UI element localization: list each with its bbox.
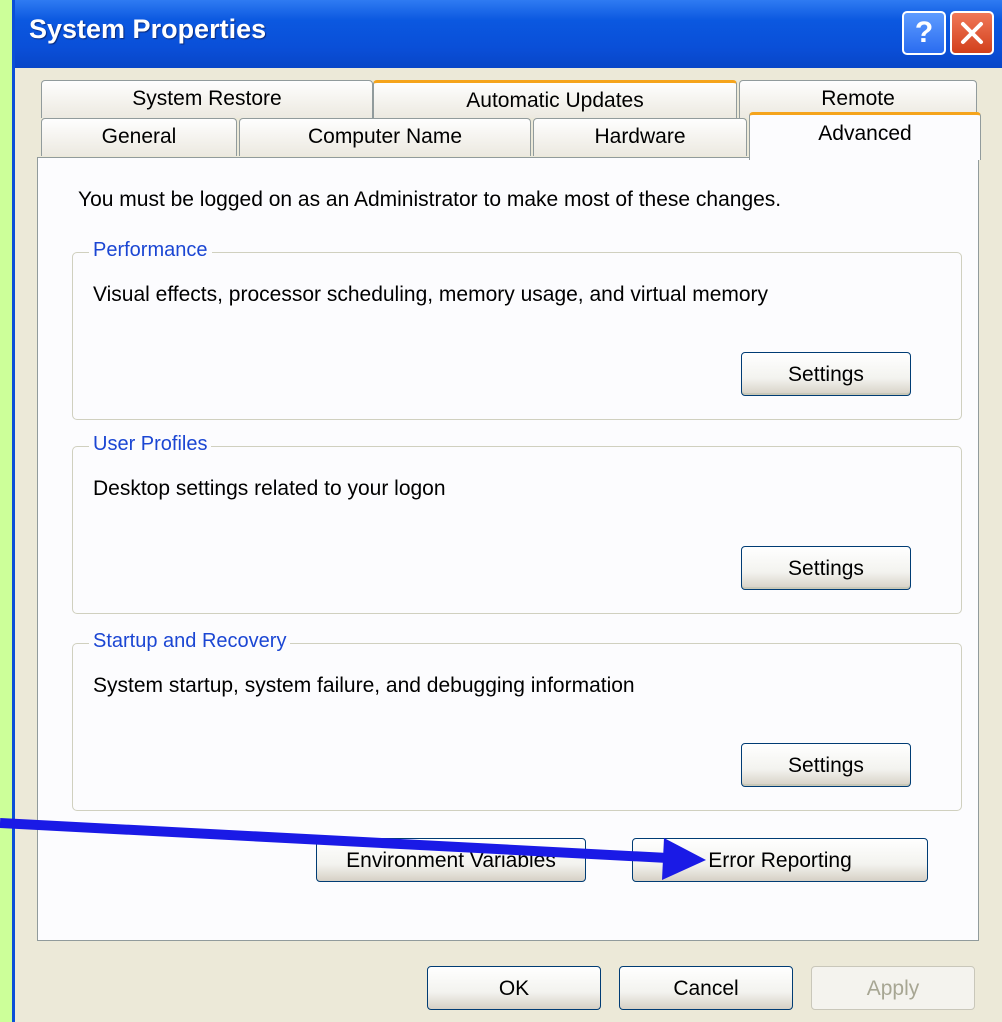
user-profiles-group-title: User Profiles — [89, 433, 212, 456]
performance-group-title: Performance — [89, 239, 212, 262]
startup-recovery-settings-button[interactable]: Settings — [741, 743, 911, 787]
tab-advanced[interactable]: Advanced — [749, 112, 981, 160]
performance-group: Performance Visual effects, processor sc… — [72, 239, 962, 420]
tab-system-restore[interactable]: System Restore — [41, 80, 373, 118]
apply-button[interactable]: Apply — [811, 966, 975, 1010]
tab-computer-name[interactable]: Computer Name — [239, 118, 531, 156]
help-button[interactable]: ? — [902, 11, 946, 55]
ok-button[interactable]: OK — [427, 966, 601, 1010]
error-reporting-button[interactable]: Error Reporting — [632, 838, 928, 882]
cancel-button[interactable]: Cancel — [619, 966, 793, 1010]
startup-recovery-description: System startup, system failure, and debu… — [93, 674, 635, 697]
close-icon — [961, 22, 983, 44]
user-profiles-description: Desktop settings related to your logon — [93, 477, 446, 500]
tab-automatic-updates[interactable]: Automatic Updates — [373, 80, 737, 118]
tab-hardware[interactable]: Hardware — [533, 118, 747, 156]
user-profiles-group: User Profiles Desktop settings related t… — [72, 433, 962, 614]
user-profiles-settings-button[interactable]: Settings — [741, 546, 911, 590]
advanced-tab-panel: You must be logged on as an Administrato… — [37, 157, 979, 941]
performance-settings-button[interactable]: Settings — [741, 352, 911, 396]
environment-variables-button[interactable]: Environment Variables — [316, 838, 586, 882]
title-bar[interactable]: System Properties ? — [15, 0, 1002, 68]
admin-notice: You must be logged on as an Administrato… — [78, 188, 782, 211]
window-title: System Properties — [29, 14, 267, 44]
tab-general[interactable]: General — [41, 118, 237, 156]
help-icon: ? — [914, 16, 934, 49]
startup-recovery-group: Startup and Recovery System startup, sys… — [72, 630, 962, 811]
performance-description: Visual effects, processor scheduling, me… — [93, 283, 769, 306]
startup-recovery-group-title: Startup and Recovery — [89, 630, 291, 653]
system-properties-window: System Properties ? System Restore Autom… — [12, 0, 1002, 1022]
close-button[interactable] — [950, 11, 994, 55]
